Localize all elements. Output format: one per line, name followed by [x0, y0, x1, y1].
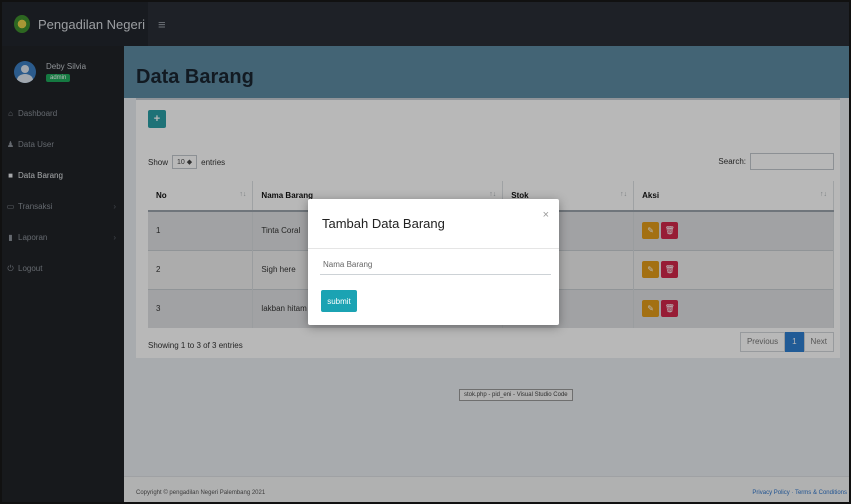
add-item-modal: Tambah Data Barang × submit: [308, 199, 559, 325]
modal-title: Tambah Data Barang: [322, 216, 445, 231]
nama-barang-input[interactable]: [320, 255, 551, 275]
modal-divider: [308, 248, 559, 249]
app-window: Pengadilan Negeri ≡ Deby Silvia admin ⌂ …: [0, 0, 851, 504]
close-icon[interactable]: ×: [543, 209, 549, 221]
submit-button[interactable]: submit: [321, 290, 357, 312]
